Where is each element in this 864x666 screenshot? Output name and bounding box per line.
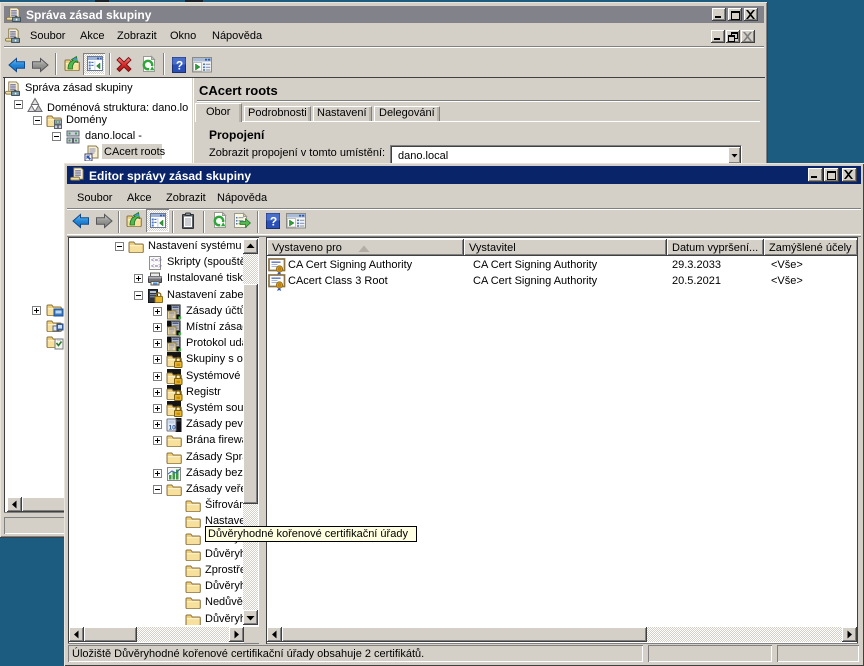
svg-text:?: ? xyxy=(176,59,183,73)
svg-text:10: 10 xyxy=(169,425,177,432)
svg-text:?: ? xyxy=(270,215,277,229)
svg-text:<=>: <=> xyxy=(151,263,162,270)
